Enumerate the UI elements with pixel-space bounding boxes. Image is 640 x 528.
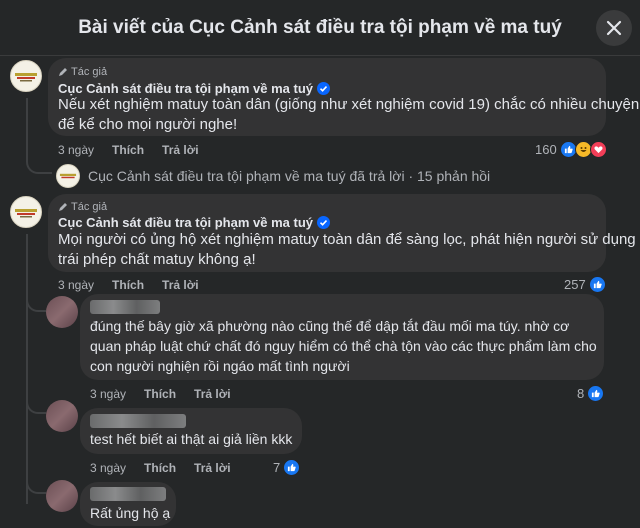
comment-text-line: Nếu xét nghiệm matuy toàn dân (giống như… xyxy=(58,96,640,113)
avatar[interactable] xyxy=(10,60,42,92)
avatar[interactable] xyxy=(46,400,78,432)
comment-time[interactable]: 3 ngày xyxy=(90,461,126,475)
reaction-count: 7 xyxy=(273,460,281,475)
like-reaction-icon xyxy=(283,459,301,476)
comment-text-line: đúng thế bây giờ xã phường nào cũng thế … xyxy=(90,318,570,334)
close-button[interactable] xyxy=(596,10,632,46)
comment-text-line: Rất ủng hộ ạ xyxy=(90,505,171,521)
comment-author[interactable]: Cục Cảnh sát điều tra tội phạm về ma tuý xyxy=(58,81,330,96)
thread-connector xyxy=(26,398,46,414)
dialog-title: Bài viết của Cục Cảnh sát điều tra tội p… xyxy=(78,17,562,38)
reaction-summary[interactable]: 160 xyxy=(535,141,607,158)
dialog-header: Bài viết của Cục Cảnh sát điều tra tội p… xyxy=(0,0,640,56)
pencil-icon xyxy=(59,68,67,76)
comment-text-line: con người nghiện rồi ngáo mất tình người xyxy=(90,358,350,374)
pencil-icon xyxy=(59,203,67,211)
reply-button[interactable]: Trả lời xyxy=(194,387,231,401)
like-reaction-icon xyxy=(588,276,606,293)
like-button[interactable]: Thích xyxy=(112,143,144,157)
reaction-summary[interactable]: 8 xyxy=(577,385,605,402)
reaction-count: 8 xyxy=(577,386,585,401)
verified-badge-icon xyxy=(317,82,330,95)
comment-text-line: test hết biết ai thật ai giả liền kkk xyxy=(90,431,293,447)
like-button[interactable]: Thích xyxy=(144,461,176,475)
comment-actions: 3 ngày Thích Trả lời xyxy=(58,278,199,292)
author-name[interactable]: Cục Cảnh sát điều tra tội phạm về ma tuý xyxy=(58,81,313,96)
close-icon xyxy=(606,20,622,36)
thread-connector xyxy=(26,150,52,174)
comment-text-line: Mọi người có ủng hộ xét nghiệm matuy toà… xyxy=(58,231,636,248)
avatar xyxy=(56,164,80,188)
comment-actions: 3 ngày Thích Trả lời xyxy=(90,461,231,475)
comment-time[interactable]: 3 ngày xyxy=(58,143,94,157)
comment-text-line: để kể cho mọi người nghe! xyxy=(58,116,238,133)
commenter-name[interactable] xyxy=(90,487,166,501)
verified-badge-icon xyxy=(317,216,330,229)
reply-button[interactable]: Trả lời xyxy=(162,143,199,157)
comment-author[interactable]: Cục Cảnh sát điều tra tội phạm về ma tuý xyxy=(58,215,330,230)
thread-line xyxy=(26,234,28,504)
like-button[interactable]: Thích xyxy=(112,278,144,292)
author-badge: Tác giả xyxy=(58,66,107,78)
reply-summary-text[interactable]: Cục Cảnh sát điều tra tội phạm về ma tuý… xyxy=(88,168,490,184)
author-badge-label: Tác giả xyxy=(71,201,108,213)
love-reaction-icon xyxy=(589,141,607,158)
reaction-summary[interactable]: 7 xyxy=(273,459,301,476)
avatar[interactable] xyxy=(46,480,78,512)
reaction-summary[interactable]: 257 xyxy=(564,276,606,293)
like-button[interactable]: Thích xyxy=(144,387,176,401)
comment-time[interactable]: 3 ngày xyxy=(58,278,94,292)
author-badge-label: Tác giả xyxy=(71,66,108,78)
police-logo-icon xyxy=(12,198,40,226)
like-reaction-icon xyxy=(587,385,605,402)
reaction-count: 257 xyxy=(564,277,586,292)
avatar[interactable] xyxy=(10,196,42,228)
commenter-name[interactable] xyxy=(90,414,186,428)
police-logo-icon xyxy=(12,62,40,90)
comment-text-line: quan pháp luật chứ chất đó nguy hiểm có … xyxy=(90,338,597,354)
comment-actions: 3 ngày Thích Trả lời xyxy=(58,143,199,157)
reaction-count: 160 xyxy=(535,142,557,157)
reply-button[interactable]: Trả lời xyxy=(194,461,231,475)
author-badge: Tác giả xyxy=(58,201,107,213)
thread-connector xyxy=(26,292,46,312)
author-name[interactable]: Cục Cảnh sát điều tra tội phạm về ma tuý xyxy=(58,215,313,230)
comment-actions: 3 ngày Thích Trả lời xyxy=(90,387,231,401)
avatar[interactable] xyxy=(46,296,78,328)
view-replies-link[interactable]: Cục Cảnh sát điều tra tội phạm về ma tuý… xyxy=(56,164,490,188)
comment-time[interactable]: 3 ngày xyxy=(90,387,126,401)
thread-connector xyxy=(26,478,46,494)
police-logo-icon xyxy=(57,165,79,187)
commenter-name[interactable] xyxy=(90,300,160,314)
comment-text-line: trái phép chất matuy không ạ! xyxy=(58,251,256,268)
reply-button[interactable]: Trả lời xyxy=(162,278,199,292)
